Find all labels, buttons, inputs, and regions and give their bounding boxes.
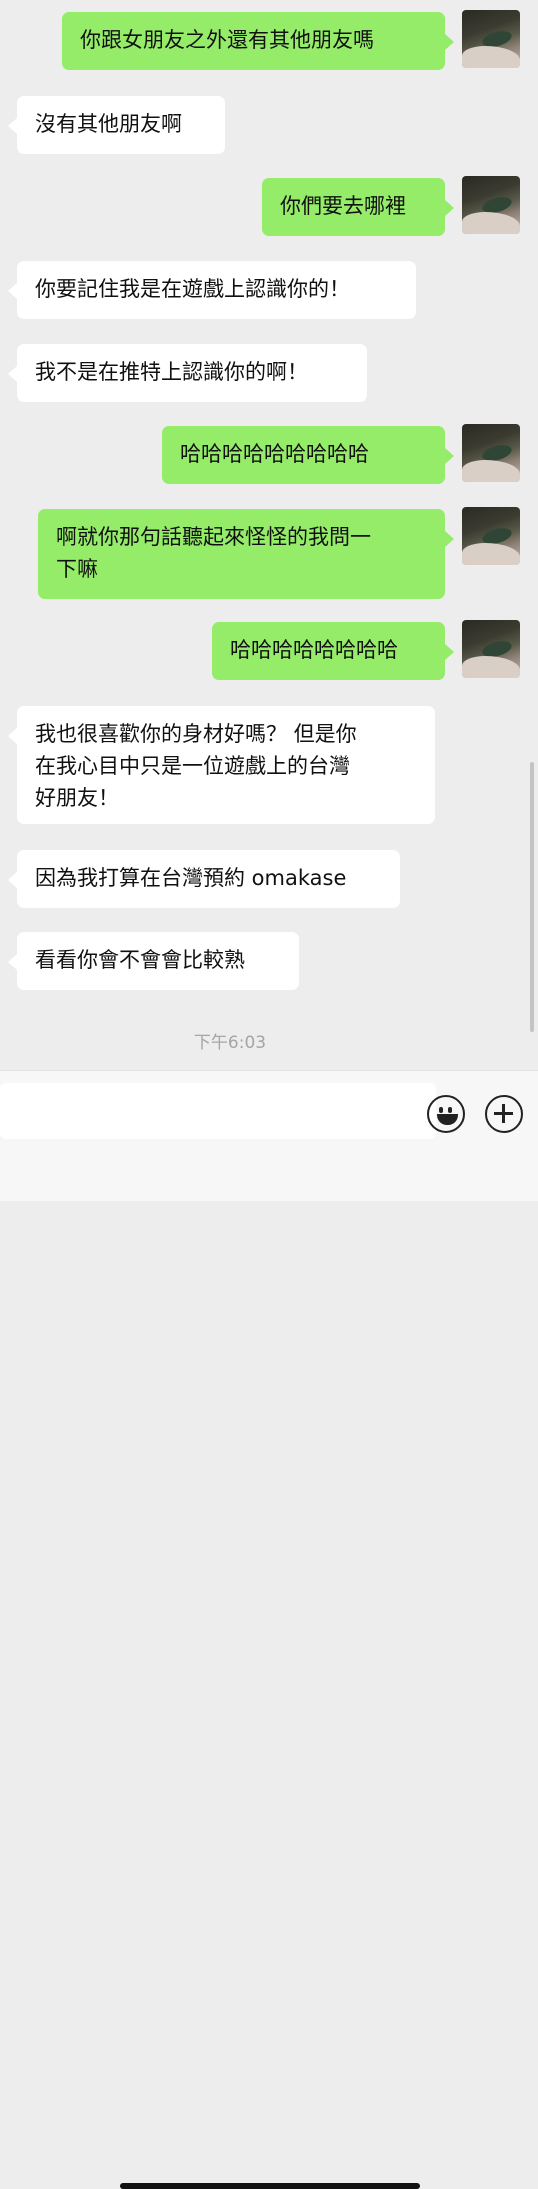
bubble-tail — [8, 366, 17, 382]
message-bubble-incoming[interactable]: 你要記住我是在遊戲上認識你的！ — [17, 261, 416, 319]
plus-icon[interactable] — [485, 1095, 523, 1133]
message-bubble-incoming[interactable]: 看看你會不會會比較熟 — [17, 932, 299, 990]
avatar[interactable] — [462, 176, 520, 234]
message-bubble-incoming[interactable]: 沒有其他朋友啊 — [17, 96, 225, 154]
message-text: 因為我打算在台灣預約 omakase — [35, 866, 347, 890]
message-input[interactable] — [0, 1083, 436, 1139]
chat-area[interactable]: 你跟女朋友之外還有其他朋友嗎 沒有其他朋友啊 你們要去哪裡 你要記住我是在遊戲上… — [0, 0, 538, 1070]
scrollbar[interactable] — [530, 762, 534, 1032]
bubble-tail — [8, 954, 17, 970]
bubble-tail — [8, 872, 17, 888]
message-text: 看看你會不會會比較熟 — [35, 948, 245, 972]
message-bubble-incoming[interactable]: 我也很喜歡你的身材好嗎？ 但是你 在我心目中只是一位遊戲上的台灣 好朋友！ — [17, 706, 435, 824]
message-bubble-incoming[interactable]: 我不是在推特上認識你的啊！ — [17, 344, 367, 402]
message-bubble-incoming[interactable]: 因為我打算在台灣預約 omakase — [17, 850, 400, 908]
home-indicator — [120, 2183, 420, 2189]
avatar[interactable] — [462, 507, 520, 565]
message-bubble-outgoing[interactable]: 啊就你那句話聽起來怪怪的我問一 下嘛 — [38, 509, 445, 599]
avatar[interactable] — [462, 10, 520, 68]
bubble-tail — [445, 34, 454, 50]
message-text-line: 啊就你那句話聽起來怪怪的我問一 — [56, 525, 371, 549]
timestamp: 下午6:03 — [193, 1033, 267, 1053]
bubble-tail — [445, 644, 454, 660]
message-text: 你跟女朋友之外還有其他朋友嗎 — [80, 28, 374, 52]
message-bubble-outgoing[interactable]: 你們要去哪裡 — [262, 178, 445, 236]
message-text-line: 下嘛 — [56, 557, 98, 581]
message-text-line: 在我心目中只是一位遊戲上的台灣 — [35, 754, 350, 778]
message-text-line: 我也很喜歡你的身材好嗎？ 但是你 — [35, 722, 357, 746]
message-text: 我不是在推特上認識你的啊！ — [35, 360, 308, 384]
message-bubble-outgoing[interactable]: 你跟女朋友之外還有其他朋友嗎 — [62, 12, 445, 70]
message-bubble-outgoing[interactable]: 哈哈哈哈哈哈哈哈哈 — [162, 426, 445, 484]
message-text-line: 好朋友！ — [35, 786, 119, 810]
emoji-icon[interactable] — [427, 1095, 465, 1133]
message-text: 你要記住我是在遊戲上認識你的！ — [35, 277, 350, 301]
message-text: 哈哈哈哈哈哈哈哈 — [230, 638, 398, 662]
bubble-tail — [8, 283, 17, 299]
message-text: 沒有其他朋友啊 — [35, 112, 182, 136]
bubble-tail — [445, 200, 454, 216]
input-bar — [0, 1070, 538, 2189]
message-text: 哈哈哈哈哈哈哈哈哈 — [180, 442, 369, 466]
message-bubble-outgoing[interactable]: 哈哈哈哈哈哈哈哈 — [212, 622, 445, 680]
avatar[interactable] — [462, 620, 520, 678]
bubble-tail — [8, 118, 17, 134]
bubble-tail — [445, 531, 454, 547]
avatar[interactable] — [462, 424, 520, 482]
bubble-tail — [8, 728, 17, 744]
message-text: 你們要去哪裡 — [280, 194, 406, 218]
bubble-tail — [445, 448, 454, 464]
